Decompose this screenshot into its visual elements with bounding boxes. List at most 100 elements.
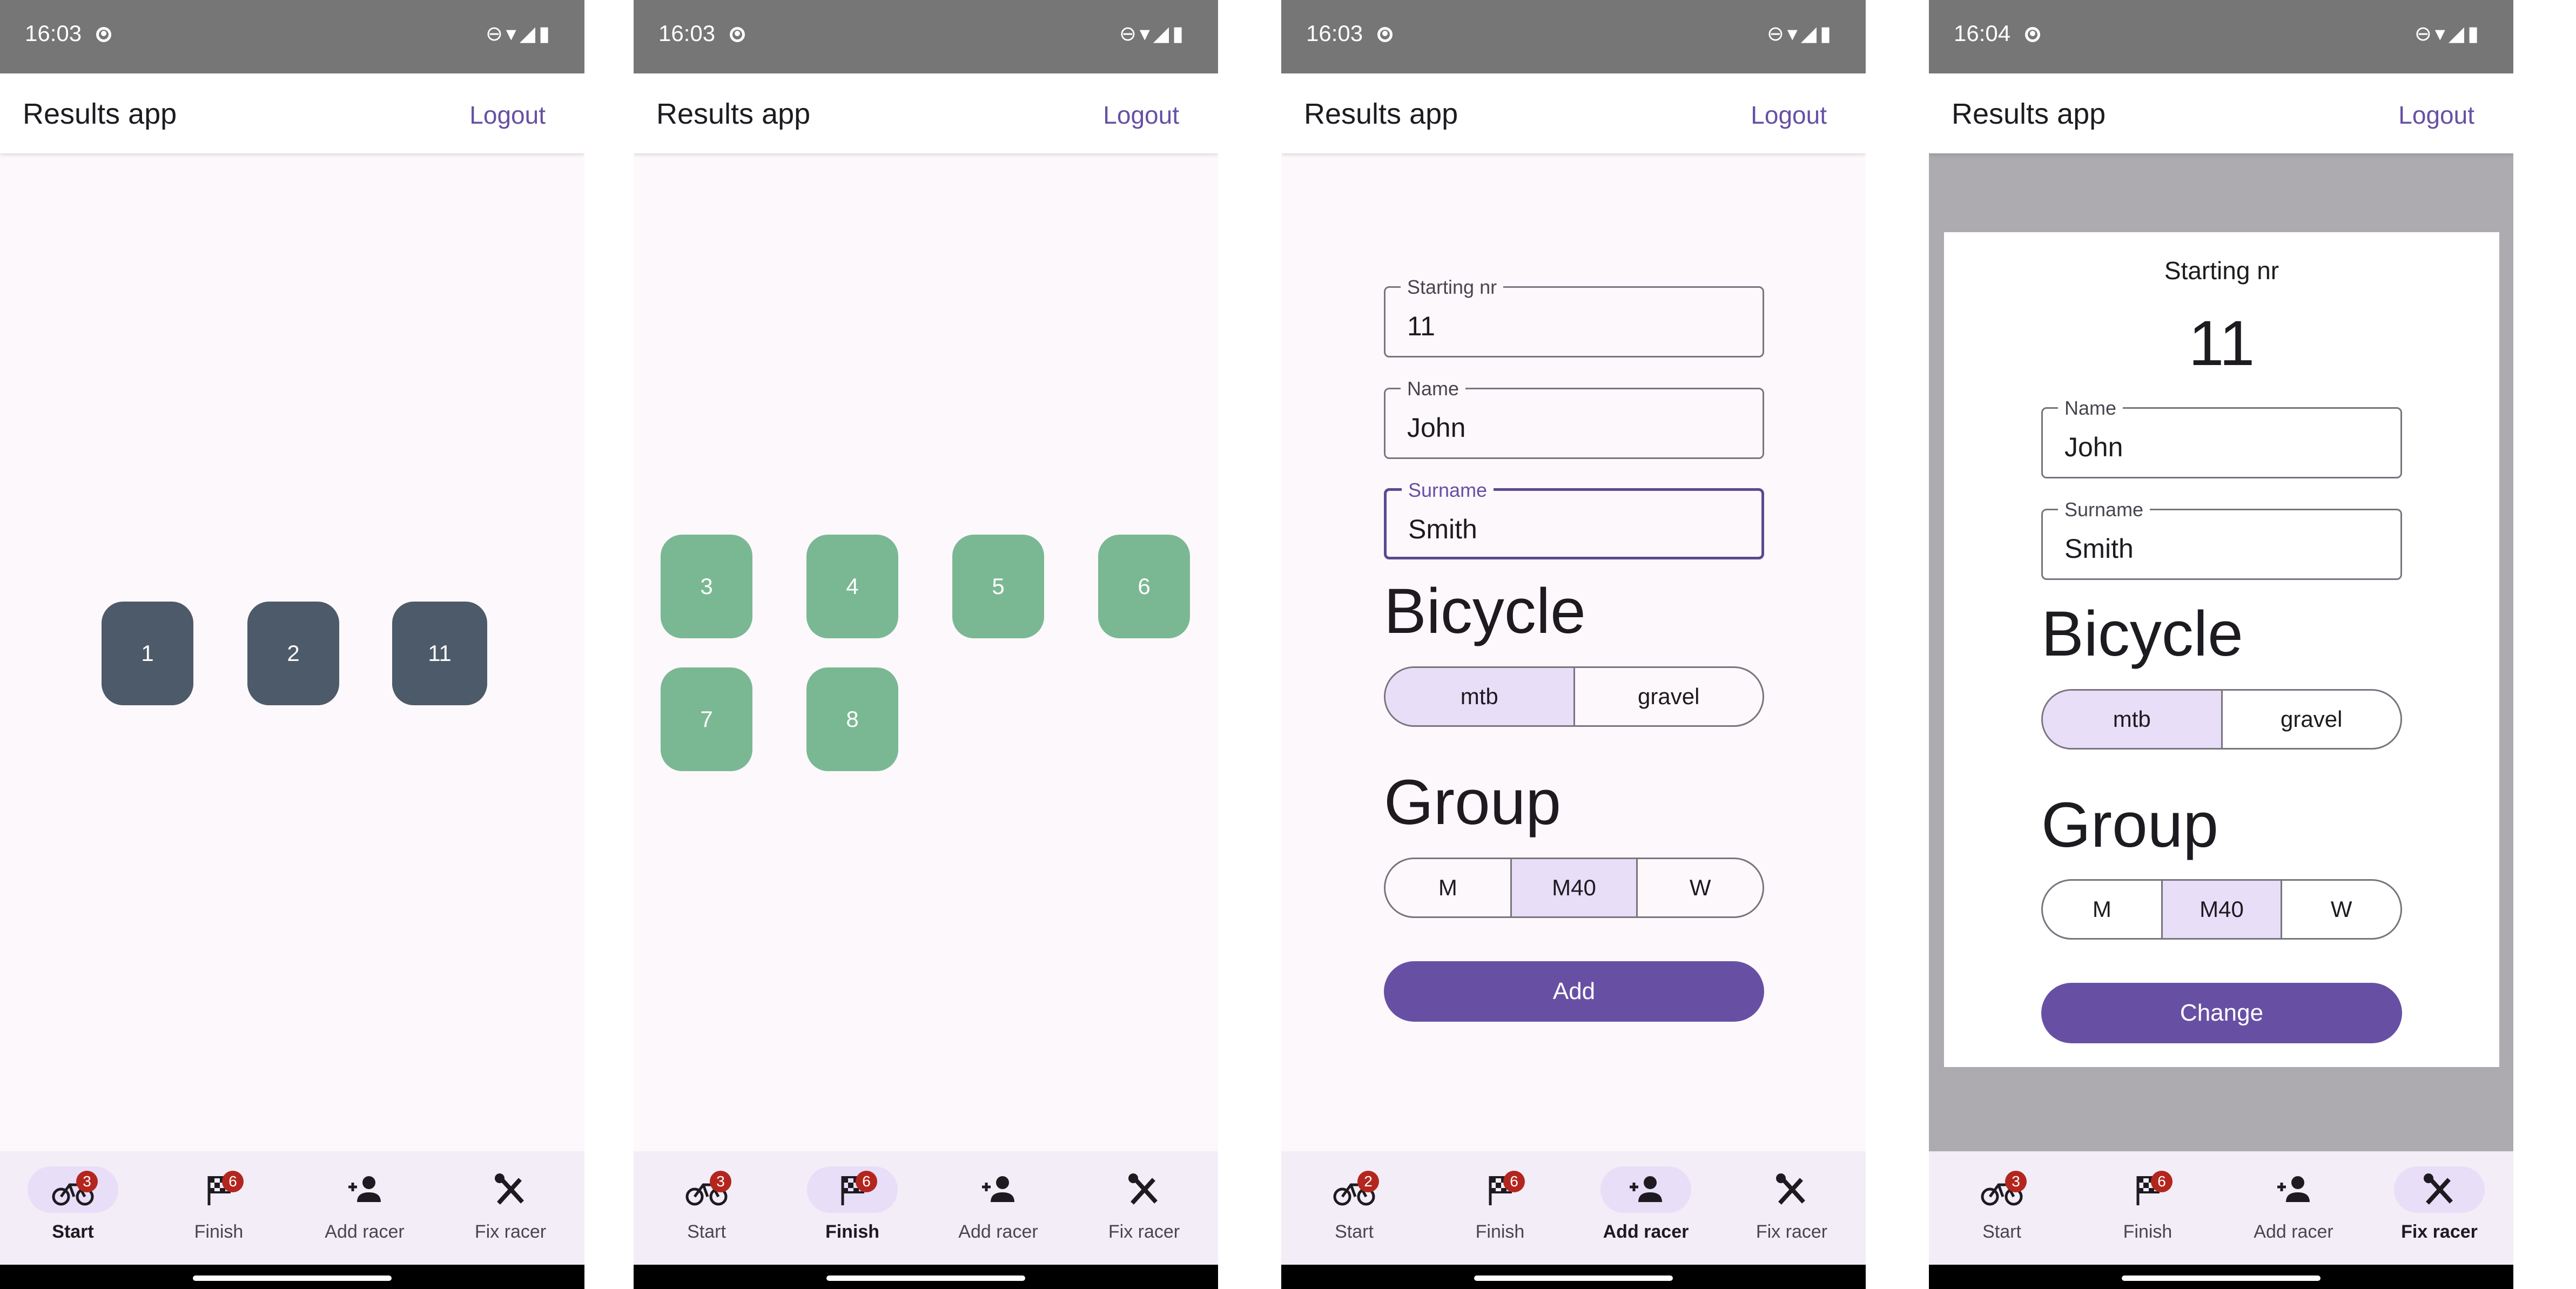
nav-fix-racer[interactable]: Fix racer — [2366, 1151, 2512, 1265]
field-value: 11 — [1407, 311, 1435, 341]
field-label: Surname — [1402, 479, 1494, 502]
nav-label: Finish — [194, 1221, 244, 1242]
racer-chip[interactable]: 5 — [952, 535, 1044, 638]
nav-add-racer[interactable]: Add racer — [1573, 1151, 1719, 1265]
nav-label: Finish — [1475, 1221, 1525, 1242]
nav-fix-racer[interactable]: Fix racer — [1071, 1151, 1217, 1265]
nav-add-racer[interactable]: Add racer — [2221, 1151, 2366, 1265]
group-option-m[interactable]: M — [1385, 859, 1512, 916]
nav-fix-racer[interactable]: Fix racer — [438, 1151, 583, 1265]
gesture-bar — [1281, 1265, 1866, 1289]
nav-finish[interactable]: 6 Finish — [146, 1151, 292, 1265]
surname-field[interactable]: Surname Smith — [2041, 498, 2402, 580]
bicycle-heading: Bicycle — [2041, 598, 2243, 670]
person-add-icon — [2277, 1176, 2310, 1202]
nav-badge: 6 — [1503, 1171, 1525, 1192]
nav-finish[interactable]: 6 Finish — [2075, 1151, 2221, 1265]
phone-screen-fix-racer: 16:04 ⊖▾◢▮ Results app Logout Starting n… — [1929, 0, 2513, 1289]
field-value: John — [1407, 413, 1466, 443]
bicycle-option-mtb[interactable]: mtb — [1385, 668, 1575, 725]
group-selector: M M40 W — [2041, 879, 2402, 940]
nav-label: Fix racer — [1756, 1221, 1828, 1242]
status-time: 16:03 — [1306, 21, 1363, 46]
logout-button[interactable]: Logout — [2398, 100, 2474, 130]
dialog-title: Starting nr — [2164, 257, 2279, 285]
nav-label: Start — [687, 1221, 726, 1242]
phone-screen-add-racer: 16:03 ⊖▾◢▮ Results app Logout Starting n… — [1281, 0, 1866, 1289]
status-icons: ⊖▾◢▮ — [1119, 23, 1187, 45]
status-icons: ⊖▾◢▮ — [1766, 23, 1834, 45]
racer-chip[interactable]: 4 — [806, 535, 898, 638]
nav-start[interactable]: 3 Start — [0, 1151, 146, 1265]
change-button[interactable]: Change — [2041, 983, 2402, 1043]
data-saver-icon — [1377, 27, 1393, 42]
nav-add-racer[interactable]: Add racer — [925, 1151, 1071, 1265]
dialog-starting-number: 11 — [2188, 308, 2255, 379]
nav-label: Start — [52, 1221, 94, 1242]
nav-add-racer[interactable]: Add racer — [292, 1151, 438, 1265]
group-option-m40[interactable]: M40 — [2162, 881, 2283, 938]
group-option-w[interactable]: W — [1638, 859, 1763, 916]
racer-chip[interactable]: 6 — [1098, 535, 1190, 638]
nav-badge: 6 — [856, 1171, 877, 1192]
status-icons: ⊖▾◢▮ — [485, 23, 553, 45]
person-add-icon — [1630, 1176, 1662, 1202]
field-value: Smith — [1408, 514, 1477, 544]
racer-chip[interactable]: 11 — [392, 602, 487, 705]
nav-start[interactable]: 3 Start — [1929, 1151, 2075, 1265]
app-bar: Results app Logout — [634, 73, 1218, 153]
status-time: 16:03 — [25, 21, 82, 46]
nav-label: Start — [1335, 1221, 1374, 1242]
bicycle-heading: Bicycle — [1384, 576, 1586, 647]
bicycle-option-gravel[interactable]: gravel — [2223, 691, 2401, 748]
starting-nr-field[interactable]: Starting nr 11 — [1384, 276, 1764, 357]
nav-label: Fix racer — [2401, 1221, 2478, 1242]
fix-racer-dialog: Starting nr 11 Name John Surname Smith B… — [1944, 232, 2499, 1067]
racer-chip[interactable]: 2 — [247, 602, 339, 705]
surname-field[interactable]: Surname Smith — [1384, 479, 1764, 559]
nav-fix-racer[interactable]: Fix racer — [1719, 1151, 1865, 1265]
finish-list: 3 4 5 6 7 8 — [634, 153, 1218, 1151]
status-bar: 16:03 ⊖▾◢▮ — [634, 0, 1218, 73]
group-option-w[interactable]: W — [2282, 881, 2400, 938]
nav-badge: 2 — [1357, 1171, 1379, 1192]
app-title: Results app — [1304, 98, 1458, 130]
person-add-icon — [348, 1176, 381, 1202]
bicycle-option-gravel[interactable]: gravel — [1575, 668, 1763, 725]
racer-chip[interactable]: 3 — [661, 535, 752, 638]
gesture-bar — [634, 1265, 1218, 1289]
racer-chip[interactable]: 7 — [661, 667, 752, 771]
field-label: Name — [2058, 397, 2123, 420]
racer-chip[interactable]: 8 — [806, 667, 898, 771]
nav-badge: 3 — [710, 1171, 731, 1192]
nav-finish[interactable]: 6 Finish — [1427, 1151, 1573, 1265]
status-time: 16:04 — [1954, 21, 2011, 46]
nav-label: Add racer — [325, 1221, 405, 1242]
field-label: Name — [1401, 377, 1466, 400]
nav-start[interactable]: 3 Start — [634, 1151, 779, 1265]
add-button[interactable]: Add — [1384, 961, 1764, 1022]
app-title: Results app — [23, 98, 177, 130]
logout-button[interactable]: Logout — [1751, 100, 1827, 130]
group-heading: Group — [1384, 767, 1561, 838]
bottom-navigation: 3 Start 6 Finish Add racer Fix racer — [1929, 1151, 2513, 1265]
nav-finish[interactable]: 6 Finish — [779, 1151, 925, 1265]
group-option-m[interactable]: M — [2043, 881, 2163, 938]
bicycle-selector: mtb gravel — [2041, 689, 2402, 750]
app-title: Results app — [656, 98, 811, 130]
logout-button[interactable]: Logout — [1103, 100, 1179, 130]
app-bar: Results app Logout — [0, 73, 584, 153]
name-field[interactable]: Name John — [2041, 397, 2402, 478]
tools-icon — [2424, 1173, 2453, 1205]
nav-start[interactable]: 2 Start — [1281, 1151, 1427, 1265]
racer-chip[interactable]: 1 — [102, 602, 193, 705]
nav-label: Add racer — [958, 1221, 1038, 1242]
group-option-m40[interactable]: M40 — [1511, 859, 1638, 916]
nav-label: Fix racer — [474, 1221, 547, 1242]
logout-button[interactable]: Logout — [469, 100, 546, 130]
nav-badge: 3 — [2005, 1171, 2027, 1192]
status-bar: 16:03 ⊖▾◢▮ — [0, 0, 584, 73]
name-field[interactable]: Name John — [1384, 377, 1764, 459]
bottom-navigation: 3 Start 6 Finish Add racer Fix racer — [634, 1151, 1218, 1265]
bicycle-option-mtb[interactable]: mtb — [2043, 691, 2223, 748]
